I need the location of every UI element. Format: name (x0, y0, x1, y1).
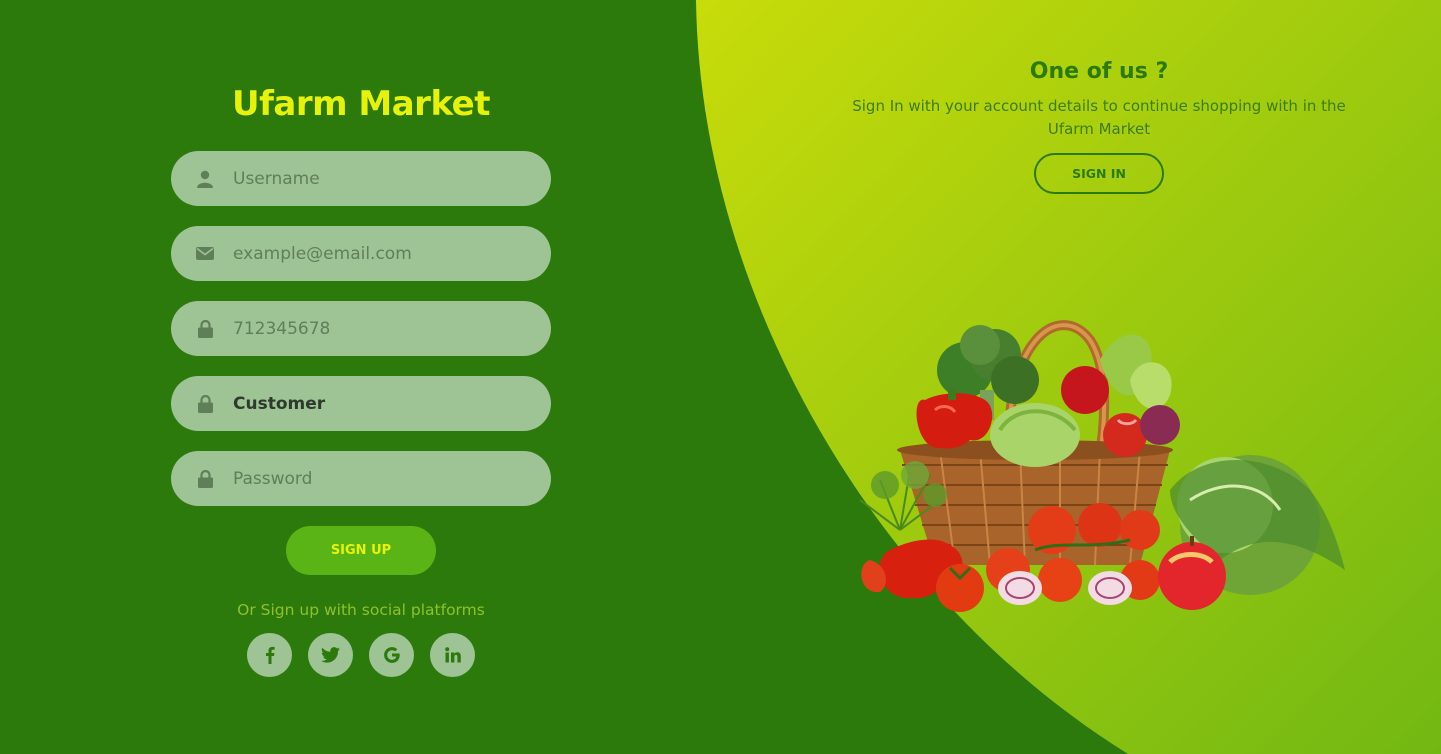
signin-panel: One of us ? Sign In with your account de… (836, 57, 1362, 194)
email-input[interactable] (233, 226, 551, 281)
google-icon[interactable] (369, 633, 414, 677)
lock-icon (195, 394, 215, 414)
brand-title: Ufarm Market (232, 84, 490, 124)
lock-icon (195, 469, 215, 489)
signin-title: One of us ? (1029, 59, 1169, 84)
vegetable-basket-image (859, 320, 1345, 612)
phone-input[interactable] (233, 301, 551, 356)
twitter-icon[interactable] (308, 633, 353, 677)
signup-form: Ufarm Market Username example@email.com … (171, 80, 551, 677)
role-input[interactable] (233, 376, 551, 431)
signin-button[interactable]: SIGN IN (1034, 153, 1164, 194)
linkedin-icon[interactable] (430, 633, 475, 677)
phone-field[interactable] (171, 301, 551, 356)
username-field[interactable] (171, 151, 551, 206)
envelope-icon (195, 244, 215, 264)
signin-description: Sign In with your account details to con… (852, 97, 1346, 138)
facebook-icon[interactable] (247, 633, 292, 677)
social-signup-text: Or Sign up with social platforms (237, 601, 485, 619)
signup-button[interactable]: SIGN UP (286, 526, 436, 575)
role-field[interactable] (171, 376, 551, 431)
social-buttons (247, 633, 475, 677)
password-field[interactable] (171, 451, 551, 506)
user-icon (195, 169, 215, 189)
username-input[interactable] (233, 151, 551, 206)
lock-icon (195, 319, 215, 339)
signup-page: Ufarm Market Username example@email.com … (0, 0, 1441, 754)
email-field[interactable] (171, 226, 551, 281)
password-input[interactable] (233, 451, 551, 506)
